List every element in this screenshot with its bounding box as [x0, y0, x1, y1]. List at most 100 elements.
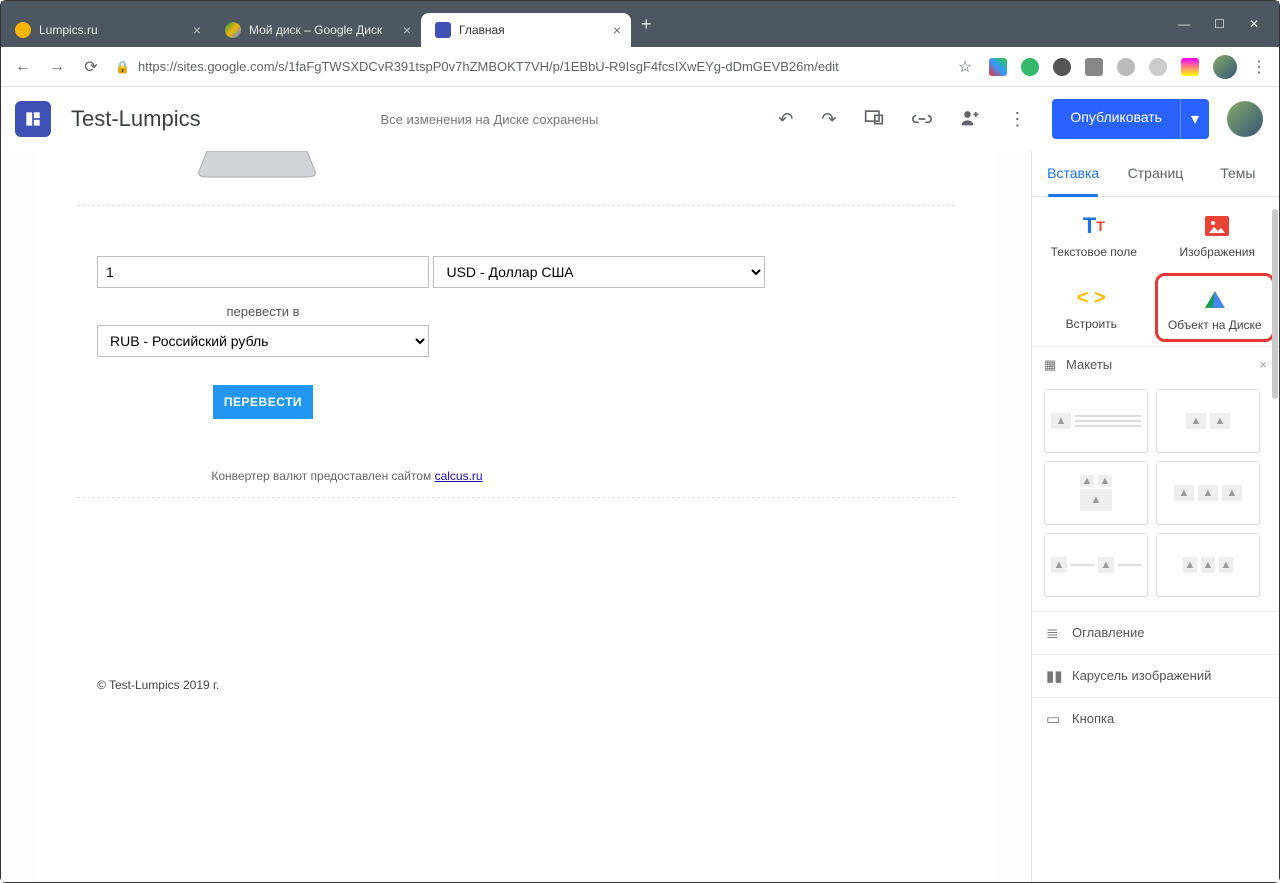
- browser-tabs: Lumpics.ru × Мой диск – Google Диск × Гл…: [1, 1, 1178, 47]
- maximize-button[interactable]: ☐: [1214, 17, 1225, 31]
- separator: [77, 497, 955, 498]
- tab-themes[interactable]: Темы: [1197, 151, 1279, 196]
- window-controls: — ☐ ✕: [1178, 17, 1271, 31]
- insert-text-box[interactable]: TT Текстовое поле: [1032, 197, 1156, 269]
- to-currency-select[interactable]: RUB - Российский рубль: [97, 325, 429, 357]
- reload-button[interactable]: ⟳: [81, 57, 101, 77]
- address-field[interactable]: 🔒 https://sites.google.com/s/1faFgTWSXDC…: [115, 59, 941, 74]
- layout-option[interactable]: ▲▲▲: [1044, 461, 1148, 525]
- favicon: [225, 22, 241, 38]
- extension-icon[interactable]: [1117, 58, 1135, 76]
- favicon: [15, 22, 31, 38]
- sites-logo[interactable]: [15, 101, 51, 137]
- extension-icon[interactable]: [1021, 58, 1039, 76]
- embed-icon: < >: [1036, 285, 1147, 311]
- share-icon[interactable]: [960, 108, 980, 131]
- browser-tab-main[interactable]: Главная ×: [421, 13, 631, 47]
- tab-insert[interactable]: Вставка: [1032, 151, 1114, 196]
- page-content: USD - Доллар США перевести в RUB - Росси…: [37, 151, 995, 882]
- panel-scrollbar[interactable]: [1271, 197, 1279, 882]
- insert-button[interactable]: ▭ Кнопка: [1032, 697, 1279, 740]
- layout-option[interactable]: ▲▲▲: [1156, 533, 1260, 597]
- minimize-button[interactable]: —: [1178, 17, 1190, 31]
- drive-icon: [1160, 286, 1271, 312]
- new-tab-button[interactable]: +: [631, 14, 662, 35]
- extension-icon[interactable]: [989, 58, 1007, 76]
- save-status: Все изменения на Диске сохранены: [201, 112, 779, 127]
- insert-image-carousel[interactable]: ▮▮ Карусель изображений: [1032, 654, 1279, 697]
- tab-label: Мой диск – Google Диск: [249, 23, 395, 37]
- extension-icon[interactable]: [1085, 58, 1103, 76]
- currency-converter-widget: USD - Доллар США перевести в RUB - Росси…: [97, 256, 935, 419]
- separator: [77, 205, 955, 206]
- favicon: [435, 22, 451, 38]
- canvas[interactable]: USD - Доллар США перевести в RUB - Росси…: [1, 151, 1031, 882]
- browser-menu-icon[interactable]: ⋮: [1251, 57, 1267, 77]
- profile-avatar[interactable]: [1213, 55, 1237, 79]
- extension-icon[interactable]: [1053, 58, 1071, 76]
- amount-input[interactable]: [97, 256, 429, 288]
- workspace: USD - Доллар США перевести в RUB - Росси…: [1, 151, 1279, 882]
- close-icon[interactable]: ×: [613, 22, 621, 38]
- url-bar: ← → ⟳ 🔒 https://sites.google.com/s/1faFg…: [1, 47, 1279, 87]
- convert-button[interactable]: ПЕРЕВЕСТИ: [213, 385, 313, 419]
- user-avatar[interactable]: [1227, 101, 1263, 137]
- forward-button[interactable]: →: [47, 58, 67, 76]
- image-icon: [1160, 213, 1276, 239]
- label: Встроить: [1036, 317, 1147, 331]
- app-header: Test-Lumpics Все изменения на Диске сохр…: [1, 87, 1279, 151]
- credit-link[interactable]: calcus.ru: [435, 469, 483, 483]
- browser-tab-lumpics[interactable]: Lumpics.ru ×: [1, 13, 211, 47]
- lock-icon: 🔒: [115, 60, 130, 74]
- preview-icon[interactable]: [864, 109, 884, 130]
- close-window-button[interactable]: ✕: [1249, 17, 1259, 31]
- more-icon[interactable]: ⋮: [1008, 109, 1026, 130]
- scrollbar-thumb[interactable]: [1272, 209, 1278, 399]
- toc-icon: ≣: [1046, 624, 1072, 642]
- publish-dropdown[interactable]: ▾: [1180, 99, 1209, 139]
- url-text: https://sites.google.com/s/1faFgTWSXDCvR…: [138, 59, 839, 74]
- tab-label: Lumpics.ru: [39, 23, 185, 37]
- layouts-header[interactable]: ▦ Макеты ×: [1032, 346, 1279, 383]
- panel-tabs: Вставка Страниц Темы: [1032, 151, 1279, 197]
- layout-option[interactable]: ▲▲: [1044, 533, 1148, 597]
- tab-pages[interactable]: Страниц: [1114, 151, 1196, 196]
- credit-text: Конвертер валют предоставлен сайтом: [211, 469, 434, 483]
- right-panel: Вставка Страниц Темы TT Текстовое поле И…: [1031, 151, 1279, 882]
- tab-label: Главная: [459, 23, 605, 37]
- layout-option[interactable]: ▲: [1044, 389, 1148, 453]
- label: Кнопка: [1072, 711, 1114, 726]
- label: Карусель изображений: [1072, 668, 1211, 683]
- link-icon[interactable]: [912, 109, 932, 130]
- publish-button[interactable]: Опубликовать: [1052, 99, 1180, 139]
- layout-option[interactable]: ▲▲: [1156, 389, 1260, 453]
- laptop-image: [197, 151, 317, 181]
- close-icon[interactable]: ×: [403, 22, 411, 38]
- insert-images[interactable]: Изображения: [1156, 197, 1280, 269]
- close-icon[interactable]: ×: [193, 22, 201, 38]
- redo-icon[interactable]: ↷: [821, 109, 836, 130]
- button-icon: ▭: [1046, 710, 1072, 728]
- extension-icon[interactable]: [1181, 58, 1199, 76]
- label: Оглавление: [1072, 625, 1144, 640]
- back-button[interactable]: ←: [13, 58, 33, 76]
- layout-option[interactable]: ▲▲▲: [1156, 461, 1260, 525]
- insert-embed[interactable]: < > Встроить: [1032, 269, 1151, 345]
- layouts-icon: ▦: [1044, 357, 1066, 373]
- star-icon[interactable]: ☆: [955, 57, 975, 77]
- undo-icon[interactable]: ↶: [778, 109, 793, 130]
- browser-tab-drive[interactable]: Мой диск – Google Диск ×: [211, 13, 421, 47]
- page-footer: © Test-Lumpics 2019 г.: [97, 678, 935, 692]
- convert-to-label: перевести в: [97, 304, 429, 319]
- layouts-label: Макеты: [1066, 357, 1112, 372]
- from-currency-select[interactable]: USD - Доллар США: [433, 256, 765, 288]
- converter-credit: Конвертер валют предоставлен сайтом calc…: [97, 469, 597, 483]
- insert-drive-object[interactable]: Объект на Диске: [1155, 273, 1276, 341]
- insert-toc[interactable]: ≣ Оглавление: [1032, 611, 1279, 654]
- site-name[interactable]: Test-Lumpics: [71, 106, 201, 132]
- label: Изображения: [1160, 245, 1276, 259]
- label: Объект на Диске: [1160, 318, 1271, 332]
- text-icon: TT: [1036, 213, 1152, 239]
- collapse-icon[interactable]: ×: [1259, 357, 1267, 372]
- extension-icon[interactable]: [1149, 58, 1167, 76]
